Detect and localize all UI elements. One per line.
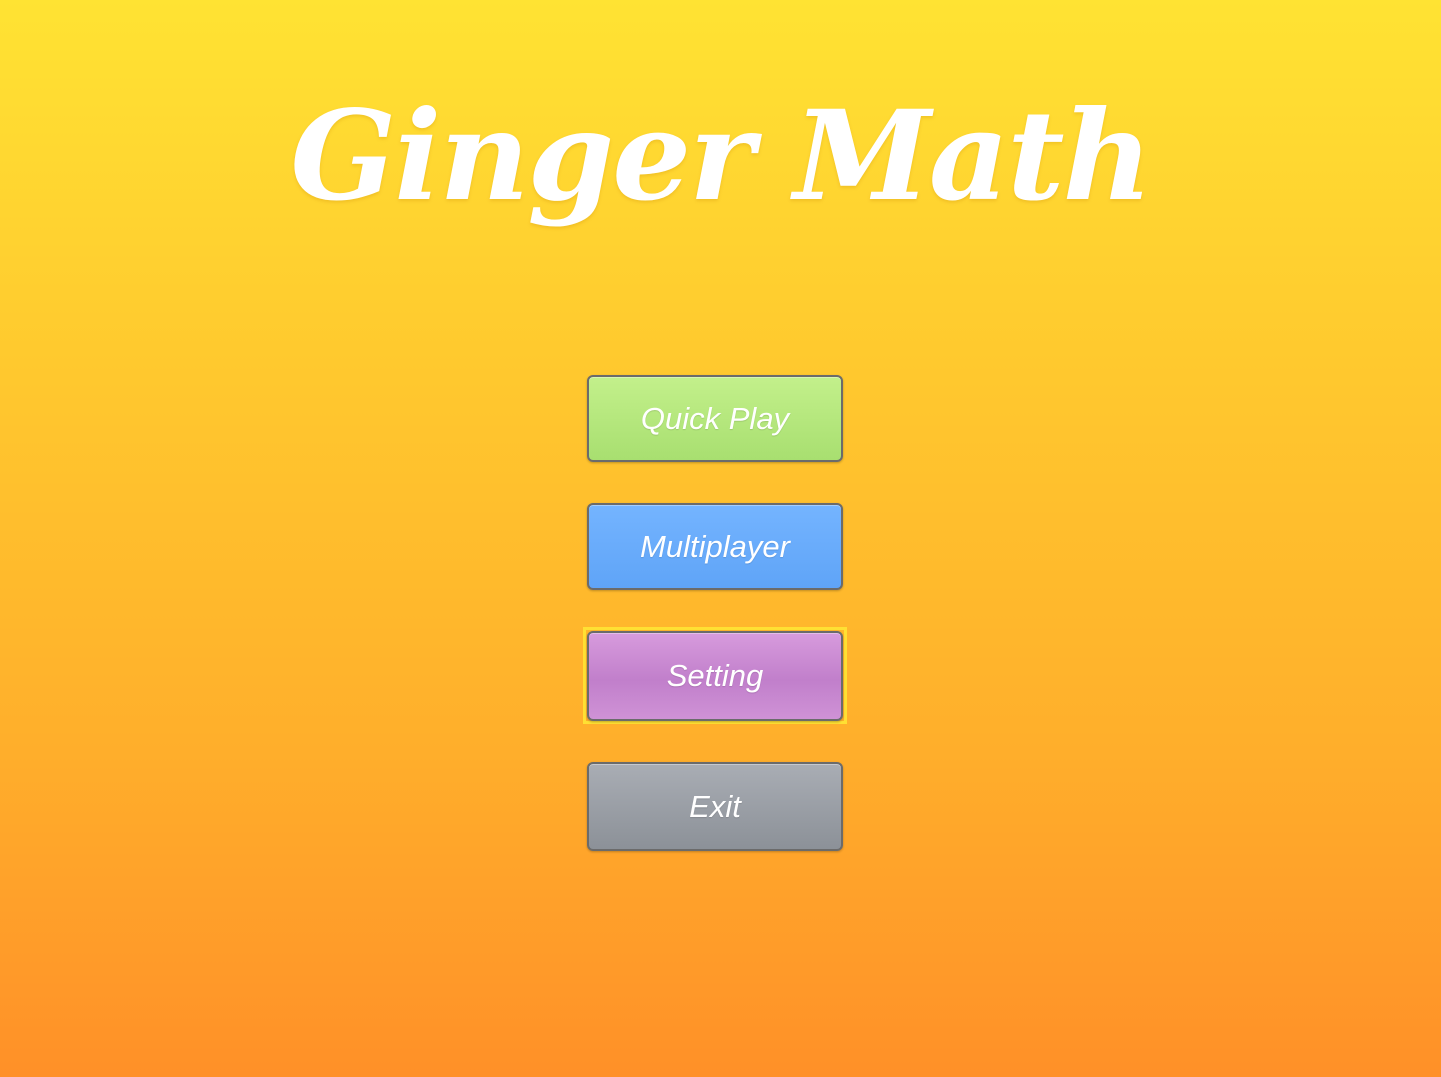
multiplayer-button[interactable]: Multiplayer: [587, 503, 843, 590]
quick-play-button[interactable]: Quick Play: [587, 375, 843, 462]
setting-button[interactable]: Setting: [587, 631, 843, 721]
exit-button[interactable]: Exit: [587, 762, 843, 851]
game-title: Ginger Math: [290, 84, 1152, 229]
